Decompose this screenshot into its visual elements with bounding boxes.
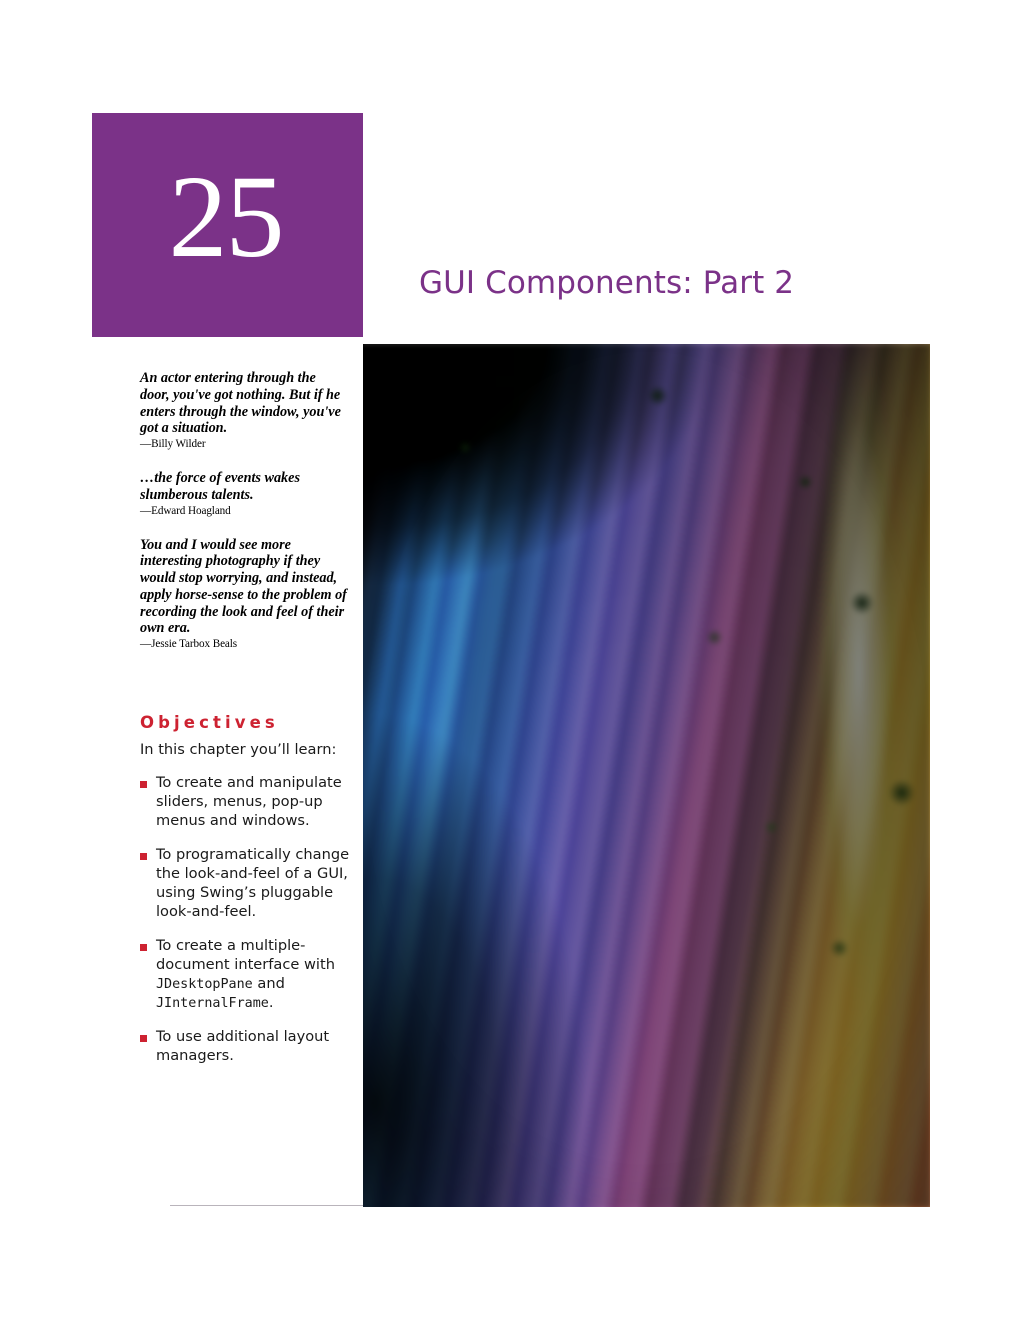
bullet-square-icon xyxy=(140,1035,147,1043)
quote-block: …the force of events wakes slumberous ta… xyxy=(140,470,348,517)
bullet-square-icon xyxy=(140,853,147,861)
bullet-square-icon xyxy=(140,944,147,952)
quote-attribution: —Billy Wilder xyxy=(140,438,206,450)
photo-vignette xyxy=(363,344,930,1207)
quote-block: An actor entering through the door, you'… xyxy=(140,370,348,450)
objectives-intro: In this chapter you’ll learn: xyxy=(140,741,337,758)
footer-divider xyxy=(170,1205,363,1206)
objective-item: To programatically change the look-and-f… xyxy=(140,846,352,921)
objective-text-prefix: To programatically change the look-and-f… xyxy=(156,846,350,920)
objective-item: To create a multiple-document interface … xyxy=(140,937,352,1012)
chapter-photo xyxy=(363,344,930,1207)
objective-text-suffix: . xyxy=(268,993,274,1011)
code-jdesktoppane: JDesktopPane xyxy=(156,976,253,992)
objectives-section: Objectives In this chapter you’ll learn:… xyxy=(140,713,352,1082)
quotes-column: An actor entering through the door, you'… xyxy=(140,370,348,670)
quote-attribution: —Edward Hoagland xyxy=(140,504,231,517)
objective-text-prefix: To create a multiple-document interface … xyxy=(156,937,335,973)
code-jinternalframe: JInternalFrame xyxy=(156,995,269,1011)
objective-text: To create a multiple-document interface … xyxy=(156,937,352,1012)
objective-text: To create and manipulate sliders, menus,… xyxy=(156,774,352,830)
chapter-title: GUI Components: Part 2 xyxy=(419,265,795,301)
objective-item: To create and manipulate sliders, menus,… xyxy=(140,774,352,830)
objective-text-prefix: To create and manipulate sliders, menus,… xyxy=(156,774,342,829)
objectives-heading: Objectives xyxy=(140,713,279,732)
objective-text: To use additional layout managers. xyxy=(156,1028,352,1066)
chapter-number-block: 25 xyxy=(92,113,363,337)
quote-text: You and I would see more interesting pho… xyxy=(140,536,347,637)
quote-block: You and I would see more interesting pho… xyxy=(140,537,348,651)
objective-text-middle: and xyxy=(252,974,285,992)
quote-text: An actor entering through the door, you'… xyxy=(140,370,341,437)
objective-text-prefix: To use additional layout managers. xyxy=(156,1028,330,1064)
objective-item: To use additional layout managers. xyxy=(140,1028,352,1066)
objective-text: To programatically change the look-and-f… xyxy=(156,846,352,921)
quote-text: …the force of events wakes slumberous ta… xyxy=(140,470,300,503)
bullet-square-icon xyxy=(140,781,147,788)
chapter-number: 25 xyxy=(168,151,285,282)
quote-attribution: —Jessie Tarbox Beals xyxy=(140,638,238,650)
